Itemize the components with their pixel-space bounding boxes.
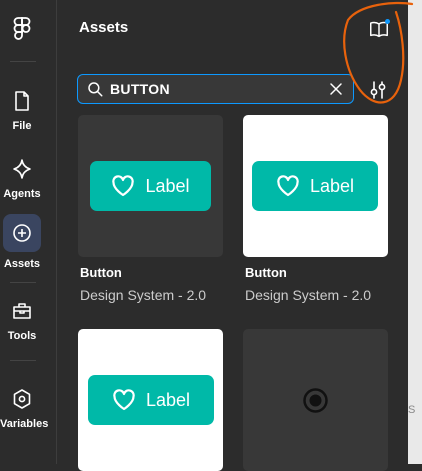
asset-library: Design System - 2.0 bbox=[80, 287, 207, 303]
heart-icon bbox=[113, 389, 135, 411]
scrollbar[interactable] bbox=[408, 0, 422, 464]
rail-item-tools[interactable]: Tools bbox=[0, 292, 44, 342]
rail-divider bbox=[10, 61, 36, 62]
rail-item-file[interactable]: File bbox=[0, 82, 44, 132]
asset-card[interactable]: Label bbox=[78, 329, 223, 471]
asset-card[interactable]: Label Button Design System - 2.0 bbox=[78, 115, 223, 310]
sparkle-icon bbox=[13, 159, 31, 179]
clear-search-button[interactable] bbox=[325, 78, 347, 100]
rail-label-assets: Assets bbox=[3, 258, 41, 270]
close-icon bbox=[330, 83, 342, 95]
asset-thumbnail: Label bbox=[243, 115, 388, 257]
button-preview: Label bbox=[90, 161, 211, 211]
figma-logo-icon[interactable] bbox=[10, 14, 34, 44]
button-preview: Label bbox=[88, 375, 214, 425]
asset-thumbnail: Label bbox=[78, 329, 223, 471]
preview-label: Label bbox=[309, 175, 355, 196]
rail-divider bbox=[10, 360, 36, 361]
asset-card[interactable]: Label Button Design System - 2.0 bbox=[243, 115, 388, 310]
button-preview: Label bbox=[252, 161, 378, 211]
heart-icon bbox=[112, 175, 135, 197]
assets-icon bbox=[13, 224, 31, 242]
assets-panel: Assets L bbox=[57, 0, 408, 471]
preview-label: Label bbox=[145, 389, 191, 410]
rail-label-variables: Variables bbox=[0, 418, 49, 430]
heart-icon bbox=[277, 175, 299, 197]
asset-thumbnail bbox=[243, 329, 388, 471]
filter-settings-button[interactable] bbox=[366, 78, 390, 102]
rail-item-assets[interactable]: Assets bbox=[0, 214, 44, 270]
left-rail: File Agents Assets Tools Variables bbox=[0, 0, 57, 464]
libraries-button[interactable] bbox=[366, 16, 392, 42]
rail-item-agents[interactable]: Agents bbox=[0, 150, 44, 200]
asset-card[interactable] bbox=[243, 329, 388, 471]
asset-name: Button bbox=[80, 265, 122, 280]
rail-label-file: File bbox=[12, 120, 32, 132]
toolbox-icon bbox=[13, 303, 31, 319]
search-icon bbox=[88, 82, 103, 97]
asset-library: Design System - 2.0 bbox=[245, 287, 372, 303]
panel-title: Assets bbox=[79, 19, 129, 36]
radio-icon bbox=[303, 388, 328, 413]
scrollbar-glyph: S bbox=[408, 404, 416, 416]
hexagon-icon bbox=[13, 389, 31, 409]
rail-label-tools: Tools bbox=[7, 330, 37, 342]
rail-label-agents: Agents bbox=[3, 188, 41, 200]
preview-label: Label bbox=[145, 175, 190, 196]
asset-name: Button bbox=[245, 265, 287, 280]
sliders-icon bbox=[370, 81, 386, 99]
notification-dot bbox=[385, 19, 390, 24]
rail-item-variables[interactable]: Variables bbox=[0, 380, 49, 430]
file-icon bbox=[15, 91, 29, 111]
rail-divider bbox=[10, 282, 36, 283]
asset-thumbnail: Label bbox=[78, 115, 223, 257]
search-field[interactable] bbox=[77, 74, 354, 104]
search-input[interactable] bbox=[104, 81, 325, 97]
